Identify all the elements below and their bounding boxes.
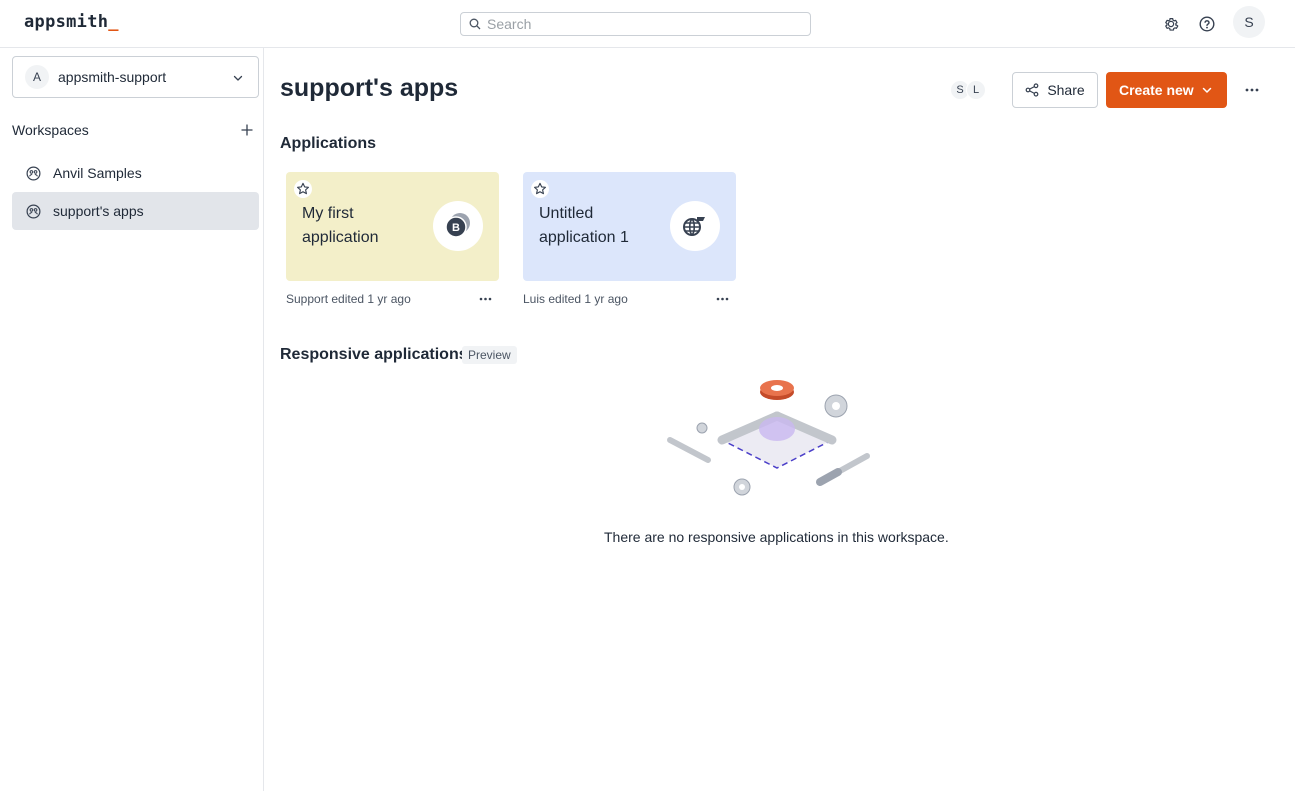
- search-box[interactable]: [460, 12, 811, 36]
- app-edited-meta: Support edited 1 yr ago: [286, 292, 411, 306]
- create-new-button[interactable]: Create new: [1106, 72, 1227, 108]
- user-initial: S: [1244, 14, 1254, 30]
- app-name: Untitled application 1: [539, 205, 629, 246]
- member-avatar[interactable]: L: [966, 80, 986, 100]
- sidebar-item-anvil-samples[interactable]: Anvil Samples: [12, 154, 259, 192]
- sidebar-item-supports-apps[interactable]: support's apps: [12, 192, 259, 230]
- user-avatar[interactable]: S: [1233, 6, 1265, 38]
- workspace-initial: A: [32, 70, 41, 84]
- workspace-more-button[interactable]: [1242, 80, 1262, 100]
- workspace-icon: [26, 204, 41, 218]
- share-button[interactable]: Share: [1012, 72, 1098, 108]
- chevron-down-icon: [1202, 87, 1212, 93]
- workspace-avatar: A: [25, 65, 49, 89]
- favorite-button[interactable]: [294, 180, 312, 198]
- star-icon: [297, 182, 309, 195]
- add-workspace-button[interactable]: [239, 122, 255, 138]
- workspace-name: appsmith-support: [58, 69, 167, 85]
- star-icon: [534, 182, 546, 195]
- app-icon-badge: B: [433, 201, 483, 251]
- top-bar: appsmith_ S: [0, 0, 1295, 48]
- svg-text:B: B: [452, 222, 460, 234]
- app-name: My first application: [302, 205, 379, 246]
- page-title: support's apps: [280, 74, 459, 102]
- workspace-selector[interactable]: A appsmith-support: [12, 56, 259, 98]
- question-circle-icon: [1199, 16, 1215, 32]
- help-button[interactable]: [1196, 13, 1218, 35]
- bitcoin-icon: B: [445, 213, 470, 238]
- sidebar: A appsmith-support Workspaces Anvil Samp…: [0, 48, 264, 791]
- globe-icon: [683, 217, 705, 236]
- sidebar-item-label: support's apps: [53, 203, 144, 219]
- settings-button[interactable]: [1160, 13, 1182, 35]
- preview-badge: Preview: [462, 346, 517, 364]
- plus-icon: [241, 124, 253, 136]
- logo-text: appsmith: [24, 12, 109, 32]
- member-initial: S: [956, 84, 964, 96]
- empty-state-message: There are no responsive applications in …: [604, 529, 949, 545]
- member-initial: L: [972, 84, 980, 96]
- favorite-button[interactable]: [531, 180, 549, 198]
- responsive-applications-heading: Responsive applications: [280, 346, 468, 363]
- appsmith-logo[interactable]: appsmith_: [24, 12, 119, 32]
- applications-heading: Applications: [280, 135, 377, 152]
- share-label: Share: [1047, 82, 1085, 98]
- share-icon: [1025, 83, 1039, 97]
- sidebar-item-label: Anvil Samples: [53, 165, 142, 181]
- app-card-my-first-application[interactable]: My first application B: [286, 172, 499, 281]
- app-more-button[interactable]: [476, 290, 494, 308]
- app-more-button[interactable]: [713, 290, 731, 308]
- empty-state-illustration: [667, 380, 870, 496]
- search-input[interactable]: [487, 16, 787, 32]
- chevron-down-icon: [233, 75, 243, 81]
- search-icon: [469, 18, 481, 30]
- gear-icon: [1165, 18, 1179, 31]
- more-horizontal-icon: [716, 297, 728, 301]
- more-horizontal-icon: [1245, 88, 1259, 92]
- create-new-label: Create new: [1119, 82, 1194, 98]
- workspaces-heading: Workspaces: [12, 122, 89, 138]
- app-edited-meta: Luis edited 1 yr ago: [523, 292, 628, 306]
- more-horizontal-icon: [479, 297, 491, 301]
- logo-cursor: _: [108, 12, 119, 32]
- workspace-icon: [26, 166, 41, 180]
- app-card-untitled-application-1[interactable]: Untitled application 1: [523, 172, 736, 281]
- app-icon-badge: [670, 201, 720, 251]
